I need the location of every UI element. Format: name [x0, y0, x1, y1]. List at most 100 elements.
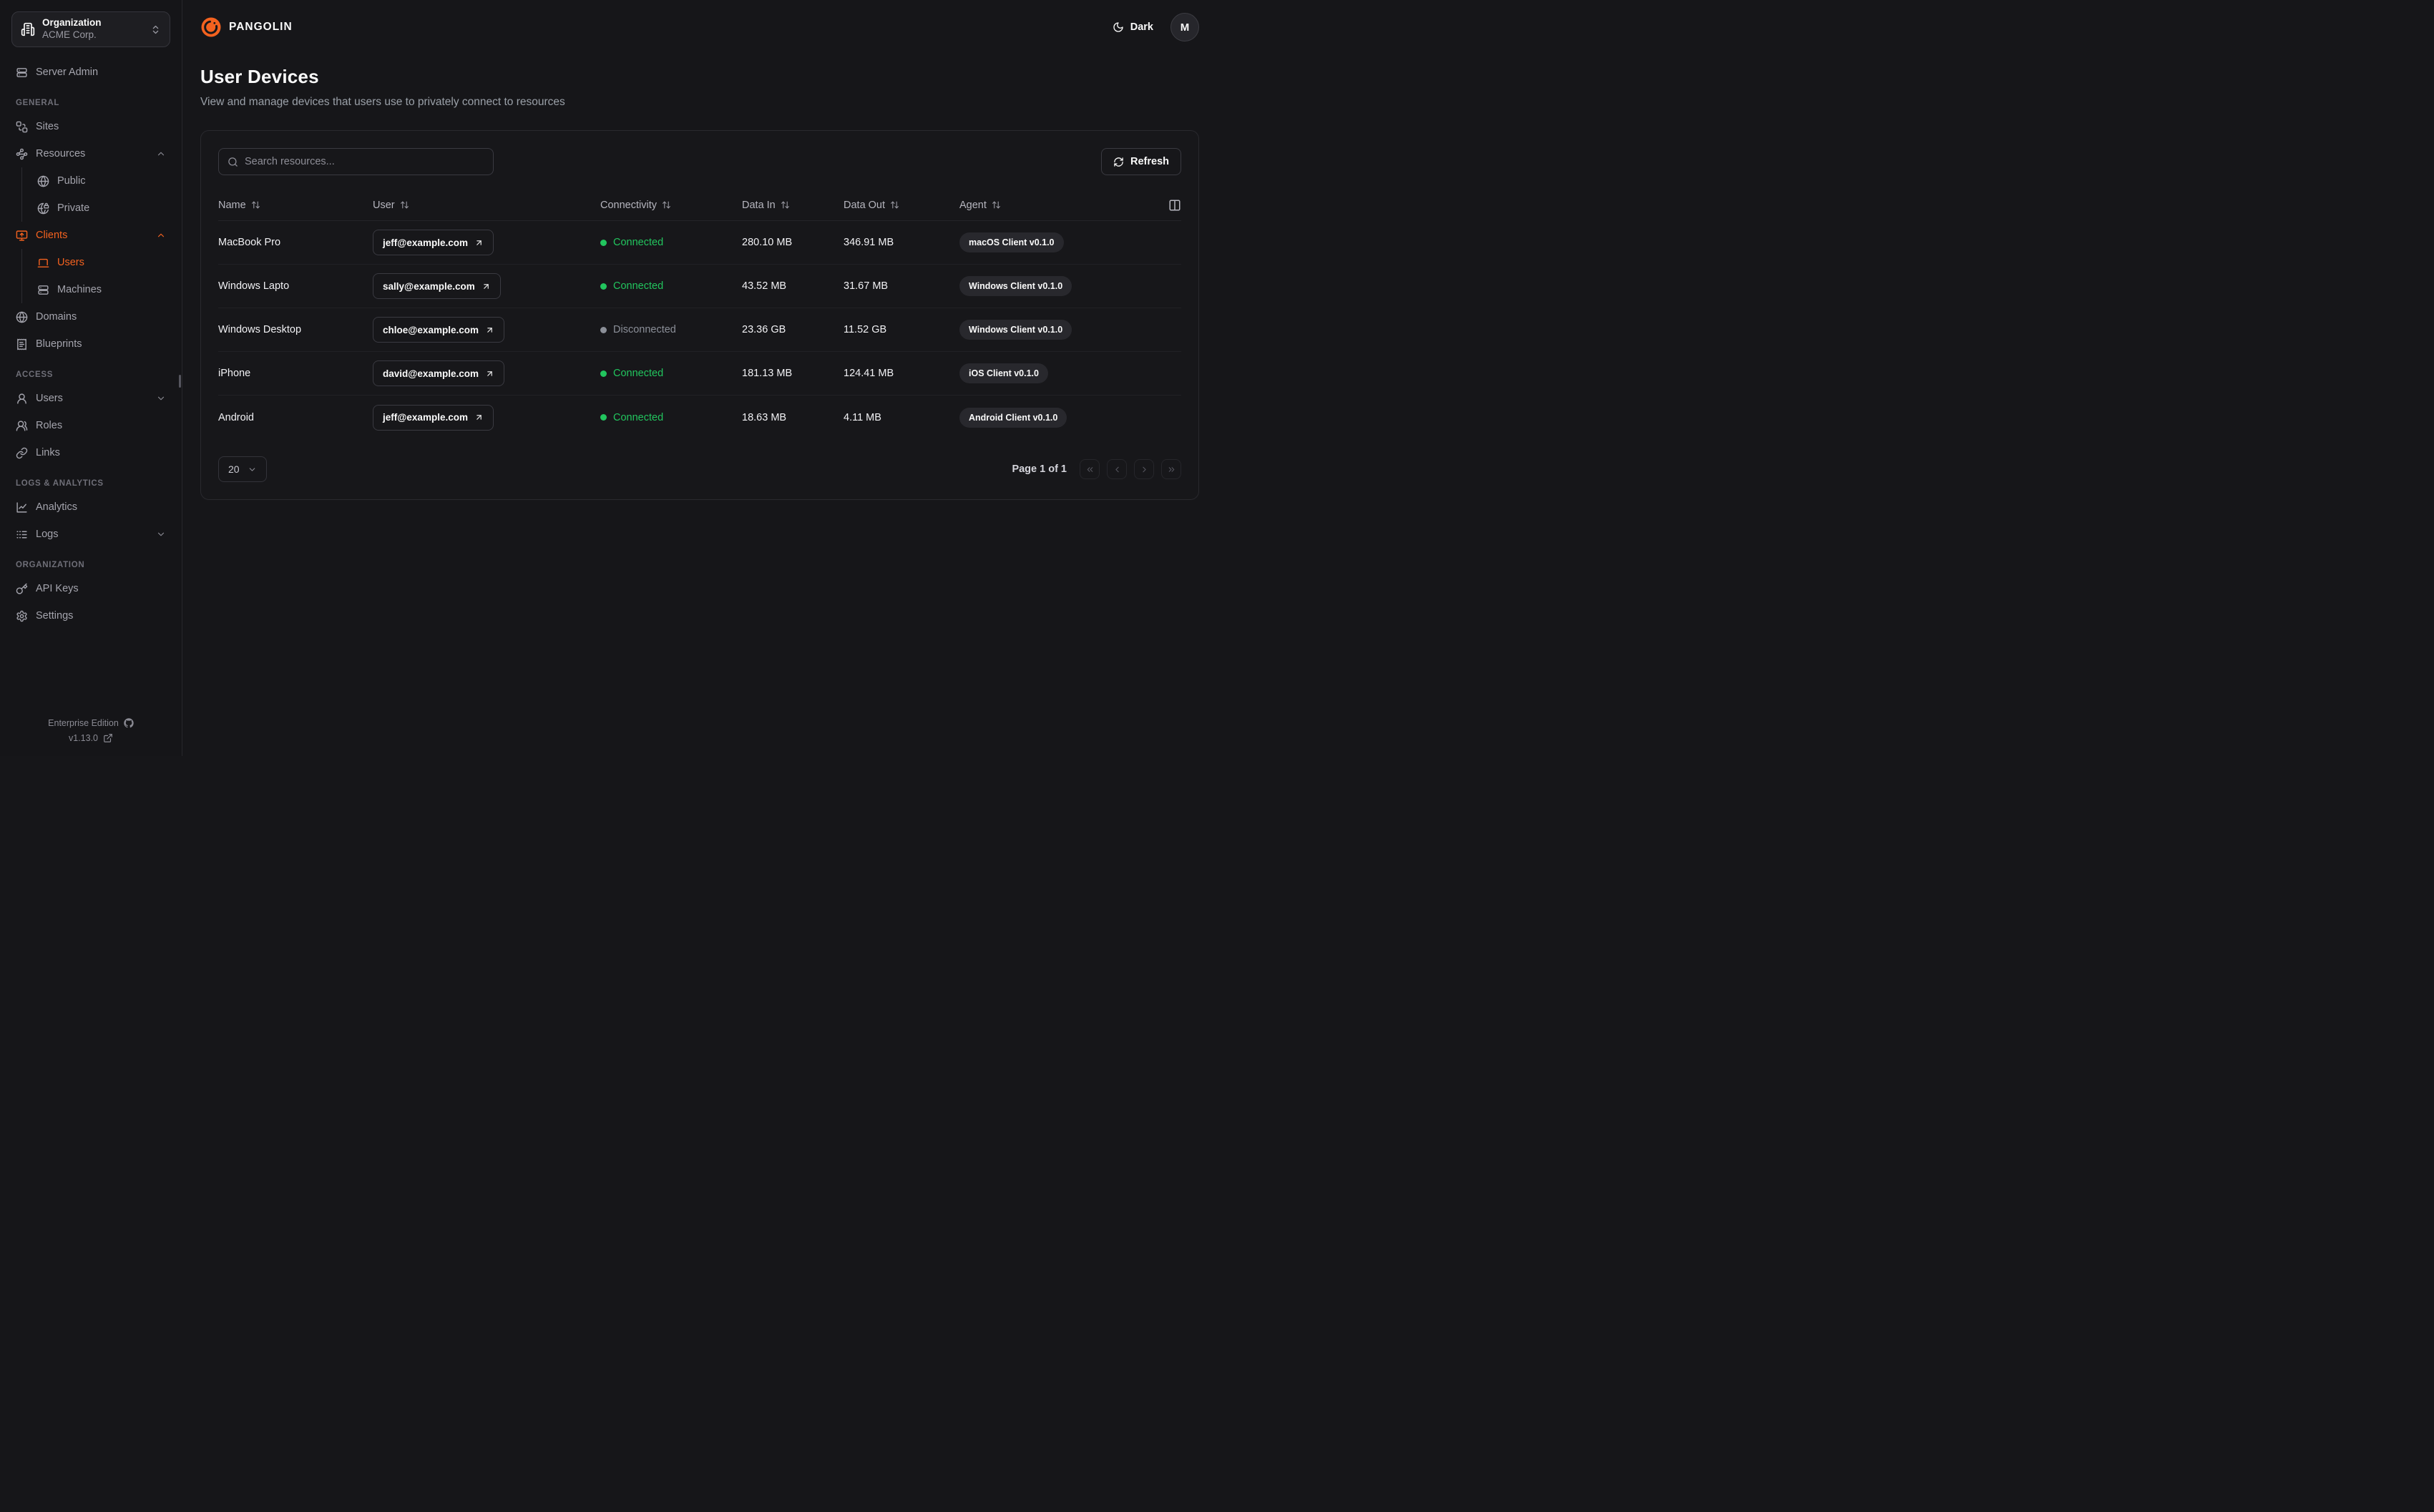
version-label: v1.13.0: [68, 733, 98, 743]
building-icon: [21, 22, 35, 36]
sidebar-item-server-admin[interactable]: Server Admin: [11, 59, 170, 86]
next-page-button[interactable]: [1134, 459, 1154, 479]
org-switcher[interactable]: Organization ACME Corp.: [11, 11, 170, 47]
sidebar-item-private[interactable]: Private: [33, 195, 170, 222]
status-label: Connected: [613, 280, 664, 292]
gear-icon: [16, 610, 28, 622]
sidebar-item-blueprints[interactable]: Blueprints: [11, 330, 170, 358]
refresh-label: Refresh: [1130, 156, 1169, 167]
sidebar-item-logs[interactable]: Logs: [11, 521, 170, 548]
sidebar-item-label: Sites: [36, 121, 59, 132]
user-link-button[interactable]: jeff@example.com: [373, 230, 494, 255]
sidebar-item-api-keys[interactable]: API Keys: [11, 575, 170, 602]
sidebar-item-links[interactable]: Links: [11, 439, 170, 466]
prev-page-button[interactable]: [1107, 459, 1127, 479]
pagination-group: Page 1 of 1: [1012, 459, 1181, 479]
table-row: iPhone david@example.com Connected 181.1…: [218, 352, 1181, 396]
sort-icon[interactable]: [890, 200, 899, 210]
sidebar-scrollbar-thumb[interactable]: [179, 375, 181, 388]
sort-icon[interactable]: [662, 200, 671, 210]
sort-icon[interactable]: [251, 200, 260, 210]
data-in-value: 18.63 MB: [742, 411, 787, 423]
status-dot-icon: [600, 239, 607, 246]
chevron-right-icon: [1140, 465, 1149, 474]
agent-badge: Windows Client v0.1.0: [959, 276, 1072, 296]
page-subtitle: View and manage devices that users use t…: [200, 96, 565, 108]
card-footer: 20 Page 1 of 1: [218, 456, 1181, 482]
github-icon[interactable]: [124, 718, 134, 728]
table-row: MacBook Pro jeff@example.com Connected 2…: [218, 221, 1181, 265]
monitor-up-icon: [16, 230, 28, 242]
data-in-value: 23.36 GB: [742, 324, 786, 335]
sidebar-item-roles[interactable]: Roles: [11, 412, 170, 439]
external-link-icon[interactable]: [103, 733, 113, 743]
sidebar-item-clients[interactable]: Clients: [11, 222, 170, 249]
data-out-value: 31.67 MB: [844, 280, 889, 292]
devices-card: Refresh Name User Connectivity: [200, 130, 1199, 500]
columns-toggle-icon[interactable]: [1168, 199, 1181, 212]
page-size-value: 20: [228, 463, 240, 475]
chevron-down-icon: [156, 529, 166, 539]
device-name: Windows Desktop: [218, 324, 302, 335]
sidebar-item-client-users[interactable]: Users: [33, 249, 170, 276]
sort-icon[interactable]: [781, 200, 790, 210]
brand[interactable]: PANGOLIN: [200, 16, 293, 38]
page-head: User Devices View and manage devices tha…: [200, 66, 1199, 109]
sidebar-item-label: Private: [57, 202, 90, 214]
chevron-up-icon: [156, 230, 166, 240]
sidebar-item-label: Resources: [36, 148, 86, 159]
refresh-button[interactable]: Refresh: [1101, 148, 1181, 175]
device-name: Windows Lapto: [218, 280, 290, 292]
sidebar-item-label: Logs: [36, 529, 59, 540]
avatar[interactable]: M: [1170, 13, 1199, 41]
last-page-button[interactable]: [1161, 459, 1181, 479]
sidebar-item-sites[interactable]: Sites: [11, 113, 170, 140]
receipt-icon: [16, 338, 28, 350]
status-label: Connected: [613, 237, 664, 248]
chevron-up-icon: [156, 149, 166, 159]
theme-toggle-button[interactable]: Dark: [1113, 21, 1153, 33]
data-out-value: 4.11 MB: [844, 411, 881, 423]
user-link-button[interactable]: chloe@example.com: [373, 317, 504, 343]
device-name: iPhone: [218, 368, 251, 379]
sidebar-item-settings[interactable]: Settings: [11, 602, 170, 629]
sidebar-item-resources[interactable]: Resources: [11, 140, 170, 167]
users-icon: [16, 420, 28, 432]
user-link-button[interactable]: jeff@example.com: [373, 404, 494, 431]
sidebar-item-analytics[interactable]: Analytics: [11, 494, 170, 521]
sort-icon[interactable]: [992, 200, 1001, 210]
globe-lock-icon: [37, 202, 49, 215]
user-link-button[interactable]: david@example.com: [373, 360, 504, 386]
arrow-up-right-icon: [485, 369, 494, 378]
waypoints-icon: [16, 148, 28, 160]
sidebar-item-users[interactable]: Users: [11, 385, 170, 412]
card-toolbar: Refresh: [218, 148, 1181, 175]
sort-icon[interactable]: [400, 200, 409, 210]
status-dot-icon: [600, 370, 607, 377]
sidebar-item-label: Domains: [36, 311, 77, 323]
agent-badge: Windows Client v0.1.0: [959, 320, 1072, 340]
column-label: Name: [218, 199, 246, 211]
link-icon: [16, 447, 28, 459]
sidebar-item-public[interactable]: Public: [33, 167, 170, 195]
user-link-button[interactable]: sally@example.com: [373, 273, 501, 299]
page-size-select[interactable]: 20: [218, 456, 267, 482]
chevron-left-icon: [1113, 465, 1122, 474]
section-label-logs-analytics: LOGS & ANALYTICS: [16, 479, 104, 488]
avatar-initial: M: [1180, 21, 1190, 34]
status-label: Connected: [613, 368, 664, 379]
sidebar-item-domains[interactable]: Domains: [11, 303, 170, 330]
status-dot-icon: [600, 414, 607, 421]
data-out-value: 11.52 GB: [844, 324, 887, 335]
key-icon: [16, 583, 28, 595]
table-row: Windows Lapto sally@example.com Connecte…: [218, 265, 1181, 308]
sidebar-item-label: Users: [36, 393, 63, 404]
chevron-down-icon: [248, 465, 257, 474]
data-in-value: 43.52 MB: [742, 280, 787, 292]
search-input[interactable]: [245, 156, 484, 167]
agent-badge: macOS Client v0.1.0: [959, 232, 1064, 252]
arrow-up-right-icon: [482, 282, 491, 291]
connectivity-status: Connected: [600, 237, 742, 248]
first-page-button[interactable]: [1080, 459, 1100, 479]
sidebar-item-machines[interactable]: Machines: [33, 276, 170, 303]
